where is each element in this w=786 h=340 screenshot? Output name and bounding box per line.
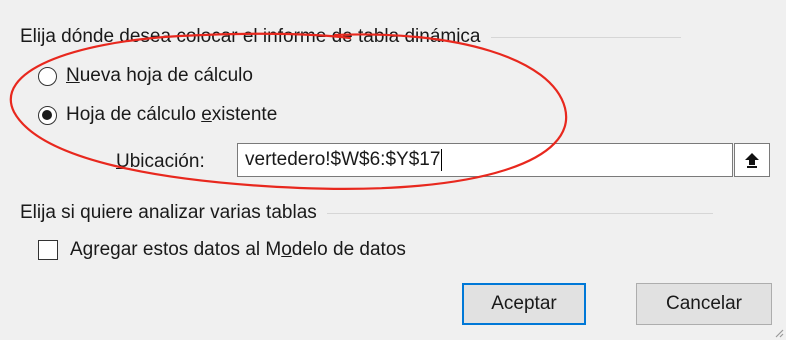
location-input[interactable]: vertedero!$W$6:$Y$17 [237, 143, 733, 177]
cancel-button[interactable]: Cancelar [636, 283, 772, 325]
location-label: Ubicación: [116, 151, 205, 172]
analysis-group-header: Elija si quiere analizar varias tablas [20, 200, 713, 226]
placement-group-header: Elija dónde desea colocar el informe de … [20, 24, 681, 50]
pivot-table-dialog: Elija dónde desea colocar el informe de … [0, 0, 786, 340]
collapse-dialog-icon [745, 153, 759, 168]
radio-existing-worksheet[interactable]: Hoja de cálculo existente [38, 101, 277, 129]
radio-existing-worksheet-button[interactable] [38, 105, 57, 125]
resize-grip-icon[interactable] [772, 326, 784, 338]
radio-new-worksheet-label: Nueva hoja de cálculo [66, 65, 253, 86]
ok-button[interactable]: Aceptar [462, 283, 586, 325]
add-to-data-model-row[interactable]: Agregar estos datos al Modelo de datos [38, 236, 406, 264]
add-to-data-model-checkbox[interactable] [38, 240, 58, 260]
collapse-dialog-button[interactable] [734, 143, 770, 177]
radio-new-worksheet-button[interactable] [38, 66, 57, 86]
placement-group-divider [490, 36, 681, 38]
radio-new-worksheet[interactable]: Nueva hoja de cálculo [38, 62, 253, 90]
radio-existing-worksheet-label: Hoja de cálculo existente [66, 104, 278, 125]
text-caret [441, 149, 443, 171]
analysis-group-divider [326, 212, 713, 214]
placement-group-title: Elija dónde desea colocar el informe de … [20, 26, 481, 47]
location-value: vertedero!$W$6:$Y$17 [245, 149, 441, 170]
analysis-group-title: Elija si quiere analizar varias tablas [20, 202, 317, 223]
add-to-data-model-label: Agregar estos datos al Modelo de datos [70, 239, 406, 260]
